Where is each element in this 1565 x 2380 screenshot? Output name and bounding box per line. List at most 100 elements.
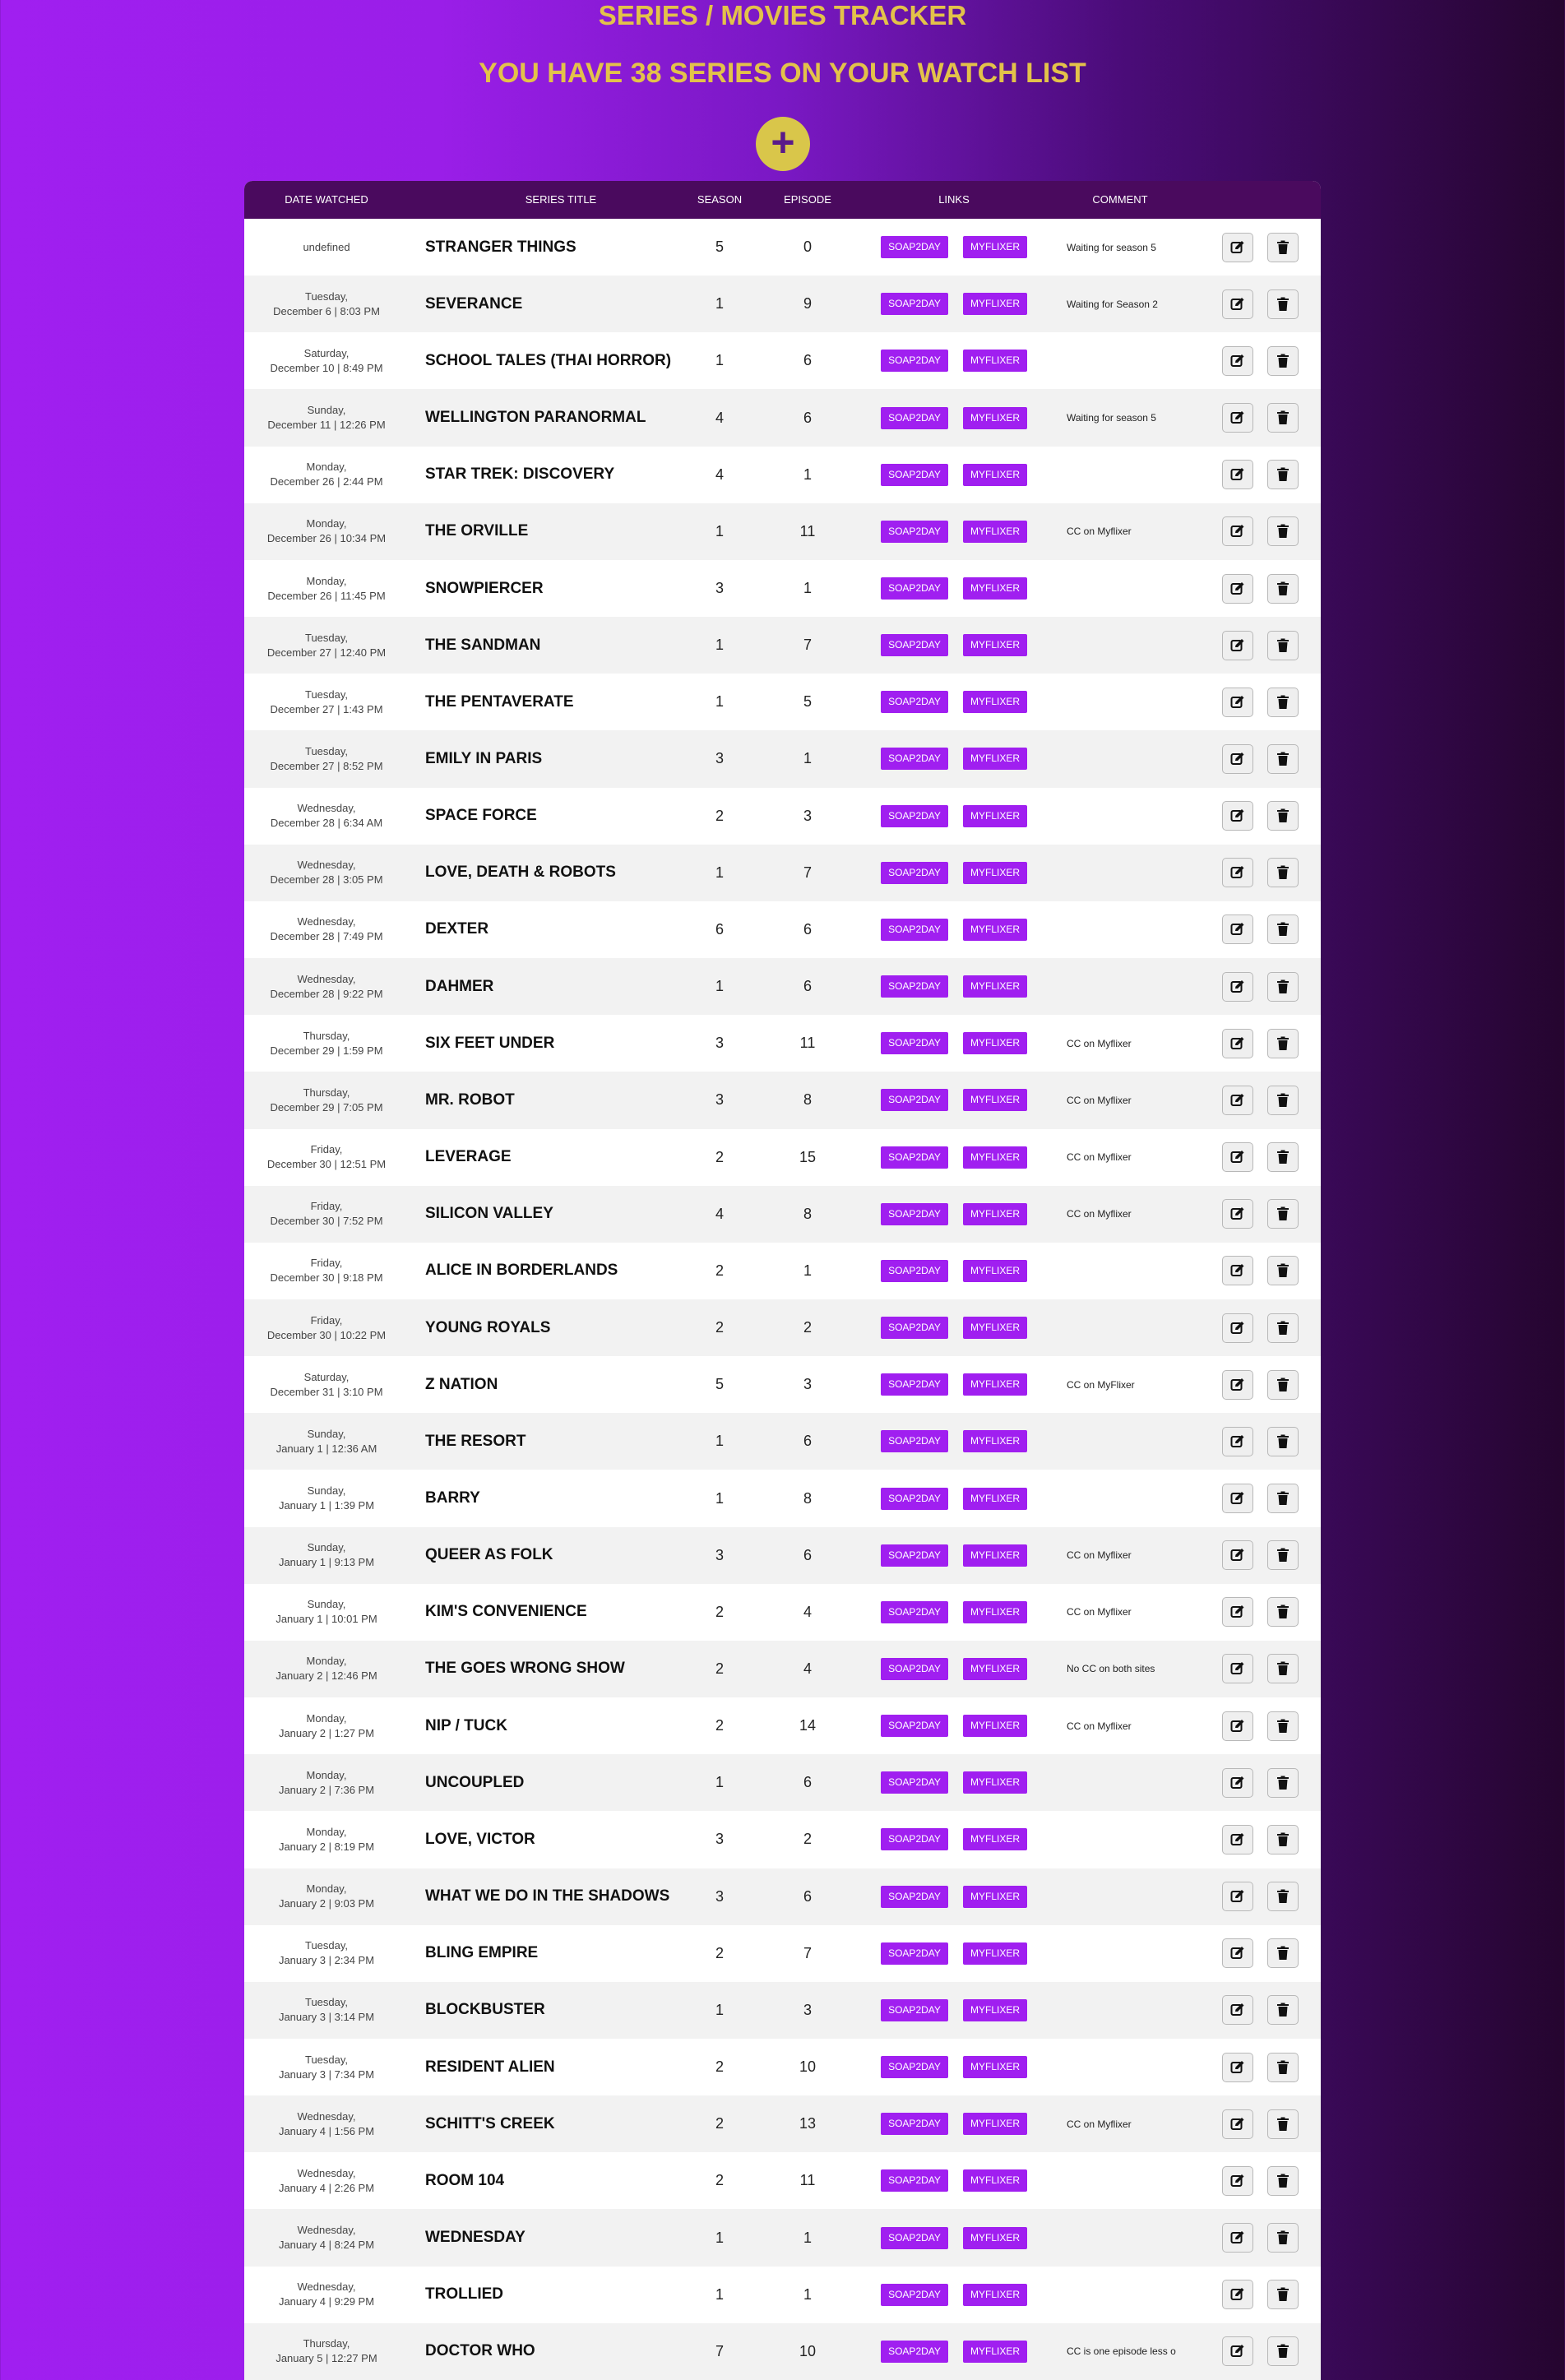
soap2day-link[interactable]: SOAP2DAY <box>881 634 948 657</box>
delete-button[interactable] <box>1267 1484 1299 1514</box>
myflixer-link[interactable]: MYFLIXER <box>963 1487 1027 1510</box>
soap2day-link[interactable]: SOAP2DAY <box>881 236 948 259</box>
myflixer-link[interactable]: MYFLIXER <box>963 861 1027 884</box>
edit-button[interactable] <box>1222 1142 1253 1173</box>
edit-button[interactable] <box>1222 1597 1253 1628</box>
delete-button[interactable] <box>1267 232 1299 262</box>
myflixer-link[interactable]: MYFLIXER <box>963 1942 1027 1965</box>
soap2day-link[interactable]: SOAP2DAY <box>881 1715 948 1738</box>
myflixer-link[interactable]: MYFLIXER <box>963 918 1027 941</box>
myflixer-link[interactable]: MYFLIXER <box>963 634 1027 657</box>
myflixer-link[interactable]: MYFLIXER <box>963 1089 1027 1112</box>
delete-button[interactable] <box>1267 1142 1299 1173</box>
soap2day-link[interactable]: SOAP2DAY <box>881 691 948 714</box>
myflixer-link[interactable]: MYFLIXER <box>963 350 1027 373</box>
myflixer-link[interactable]: MYFLIXER <box>963 748 1027 771</box>
soap2day-link[interactable]: SOAP2DAY <box>881 918 948 941</box>
delete-button[interactable] <box>1267 460 1299 490</box>
soap2day-link[interactable]: SOAP2DAY <box>881 1600 948 1623</box>
edit-button[interactable] <box>1222 1654 1253 1684</box>
edit-button[interactable] <box>1222 1995 1253 2026</box>
edit-button[interactable] <box>1222 1199 1253 1229</box>
myflixer-link[interactable]: MYFLIXER <box>963 463 1027 486</box>
edit-button[interactable] <box>1222 2052 1253 2082</box>
delete-button[interactable] <box>1267 2052 1299 2082</box>
myflixer-link[interactable]: MYFLIXER <box>963 236 1027 259</box>
delete-button[interactable] <box>1267 1313 1299 1343</box>
soap2day-link[interactable]: SOAP2DAY <box>881 2113 948 2136</box>
edit-button[interactable] <box>1222 1767 1253 1798</box>
soap2day-link[interactable]: SOAP2DAY <box>881 406 948 429</box>
soap2day-link[interactable]: SOAP2DAY <box>881 2283 948 2306</box>
soap2day-link[interactable]: SOAP2DAY <box>881 463 948 486</box>
edit-button[interactable] <box>1222 232 1253 262</box>
edit-button[interactable] <box>1222 1938 1253 1969</box>
myflixer-link[interactable]: MYFLIXER <box>963 1885 1027 1908</box>
myflixer-link[interactable]: MYFLIXER <box>963 1032 1027 1055</box>
soap2day-link[interactable]: SOAP2DAY <box>881 1317 948 1340</box>
myflixer-link[interactable]: MYFLIXER <box>963 577 1027 600</box>
delete-button[interactable] <box>1267 573 1299 604</box>
myflixer-link[interactable]: MYFLIXER <box>963 406 1027 429</box>
myflixer-link[interactable]: MYFLIXER <box>963 1202 1027 1225</box>
edit-button[interactable] <box>1222 858 1253 888</box>
myflixer-link[interactable]: MYFLIXER <box>963 1600 1027 1623</box>
delete-button[interactable] <box>1267 687 1299 717</box>
delete-button[interactable] <box>1267 289 1299 319</box>
soap2day-link[interactable]: SOAP2DAY <box>881 1942 948 1965</box>
soap2day-link[interactable]: SOAP2DAY <box>881 350 948 373</box>
delete-button[interactable] <box>1267 1256 1299 1286</box>
delete-button[interactable] <box>1267 630 1299 660</box>
edit-button[interactable] <box>1222 2336 1253 2367</box>
edit-button[interactable] <box>1222 1085 1253 1115</box>
delete-button[interactable] <box>1267 2109 1299 2139</box>
soap2day-link[interactable]: SOAP2DAY <box>881 1828 948 1851</box>
edit-button[interactable] <box>1222 630 1253 660</box>
myflixer-link[interactable]: MYFLIXER <box>963 1715 1027 1738</box>
myflixer-link[interactable]: MYFLIXER <box>963 1998 1027 2021</box>
delete-button[interactable] <box>1267 2280 1299 2310</box>
soap2day-link[interactable]: SOAP2DAY <box>881 1657 948 1680</box>
delete-button[interactable] <box>1267 743 1299 774</box>
soap2day-link[interactable]: SOAP2DAY <box>881 1373 948 1396</box>
myflixer-link[interactable]: MYFLIXER <box>963 975 1027 998</box>
edit-button[interactable] <box>1222 1882 1253 1912</box>
myflixer-link[interactable]: MYFLIXER <box>963 520 1027 543</box>
edit-button[interactable] <box>1222 2223 1253 2253</box>
edit-button[interactable] <box>1222 289 1253 319</box>
delete-button[interactable] <box>1267 1711 1299 1741</box>
myflixer-link[interactable]: MYFLIXER <box>963 804 1027 827</box>
edit-button[interactable] <box>1222 345 1253 376</box>
edit-button[interactable] <box>1222 1426 1253 1456</box>
delete-button[interactable] <box>1267 2336 1299 2367</box>
soap2day-link[interactable]: SOAP2DAY <box>881 1885 948 1908</box>
edit-button[interactable] <box>1222 1369 1253 1400</box>
delete-button[interactable] <box>1267 1882 1299 1912</box>
edit-button[interactable] <box>1222 2165 1253 2196</box>
edit-button[interactable] <box>1222 1540 1253 1571</box>
soap2day-link[interactable]: SOAP2DAY <box>881 1032 948 1055</box>
soap2day-link[interactable]: SOAP2DAY <box>881 2340 948 2363</box>
delete-button[interactable] <box>1267 2165 1299 2196</box>
edit-button[interactable] <box>1222 1256 1253 1286</box>
soap2day-link[interactable]: SOAP2DAY <box>881 1259 948 1282</box>
soap2day-link[interactable]: SOAP2DAY <box>881 1146 948 1169</box>
soap2day-link[interactable]: SOAP2DAY <box>881 1430 948 1453</box>
delete-button[interactable] <box>1267 1369 1299 1400</box>
myflixer-link[interactable]: MYFLIXER <box>963 1259 1027 1282</box>
myflixer-link[interactable]: MYFLIXER <box>963 2226 1027 2249</box>
myflixer-link[interactable]: MYFLIXER <box>963 2169 1027 2192</box>
myflixer-link[interactable]: MYFLIXER <box>963 1430 1027 1453</box>
edit-button[interactable] <box>1222 743 1253 774</box>
soap2day-link[interactable]: SOAP2DAY <box>881 1771 948 1794</box>
delete-button[interactable] <box>1267 516 1299 547</box>
myflixer-link[interactable]: MYFLIXER <box>963 1828 1027 1851</box>
delete-button[interactable] <box>1267 1597 1299 1628</box>
delete-button[interactable] <box>1267 971 1299 1002</box>
soap2day-link[interactable]: SOAP2DAY <box>881 748 948 771</box>
add-series-button[interactable]: + <box>756 117 810 171</box>
edit-button[interactable] <box>1222 801 1253 831</box>
myflixer-link[interactable]: MYFLIXER <box>963 293 1027 316</box>
soap2day-link[interactable]: SOAP2DAY <box>881 2226 948 2249</box>
delete-button[interactable] <box>1267 345 1299 376</box>
